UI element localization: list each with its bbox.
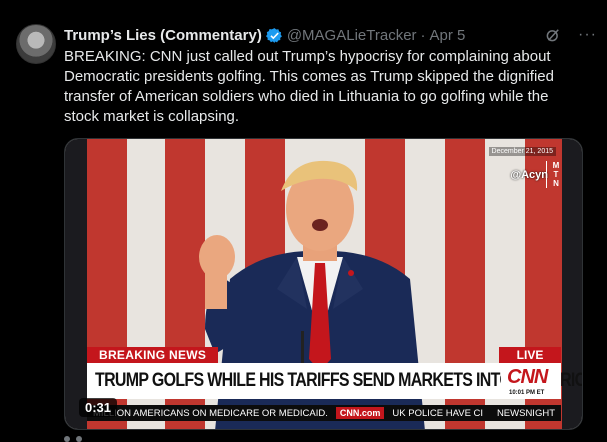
live-badge: LIVE xyxy=(499,347,561,363)
ticker-right-text: UK POLICE HAVE CI xyxy=(392,407,484,419)
ticker-show-name: NEWSNIGHT xyxy=(496,407,555,419)
news-ticker: MILLION AMERICANS ON MEDICARE OR MEDICAI… xyxy=(87,405,561,421)
network-time: 10:01 PM ET xyxy=(509,390,545,396)
chyron-headline-bar: TRUMP GOLFS WHILE HIS TARIFFS SEND MARKE… xyxy=(87,363,582,399)
tweet-header: Trump’s Lies (Commentary) @MAGALieTracke… xyxy=(64,24,597,46)
video-timestamp: 0:31 xyxy=(79,398,118,417)
breaking-news-label: BREAKING NEWS xyxy=(87,347,219,363)
action-icon[interactable] xyxy=(76,436,82,442)
more-options-icon[interactable]: ··· xyxy=(578,27,597,43)
mtn-logo: M T N xyxy=(546,161,562,188)
video-player[interactable]: December 21, 2015 @Acyn M T N BREAKING N… xyxy=(64,138,583,430)
avatar[interactable] xyxy=(16,24,56,64)
separator-dot: · xyxy=(420,26,426,44)
tweet-date[interactable]: Apr 5 xyxy=(430,27,466,44)
verified-badge-icon xyxy=(265,27,282,43)
tweet-action-bar xyxy=(64,436,82,442)
ticker-left-text: MILLION AMERICANS ON MEDICARE OR MEDICAI… xyxy=(93,407,328,419)
video-date-overlay: December 21, 2015 xyxy=(488,147,556,156)
tweet-text: BREAKING: CNN just called out Trump’s hy… xyxy=(64,48,554,125)
author-name[interactable]: Trump’s Lies (Commentary) xyxy=(64,27,262,44)
video-watermark: @Acyn xyxy=(510,169,548,181)
ticker-site: CNN.com xyxy=(335,407,385,419)
network-logo-box: CNN 10:01 PM ET xyxy=(501,363,561,399)
author-handle[interactable]: @MAGALieTracker xyxy=(287,27,417,44)
action-icon[interactable] xyxy=(64,436,70,442)
cnn-logo: CNN xyxy=(507,366,548,388)
grok-icon[interactable] xyxy=(544,26,562,44)
